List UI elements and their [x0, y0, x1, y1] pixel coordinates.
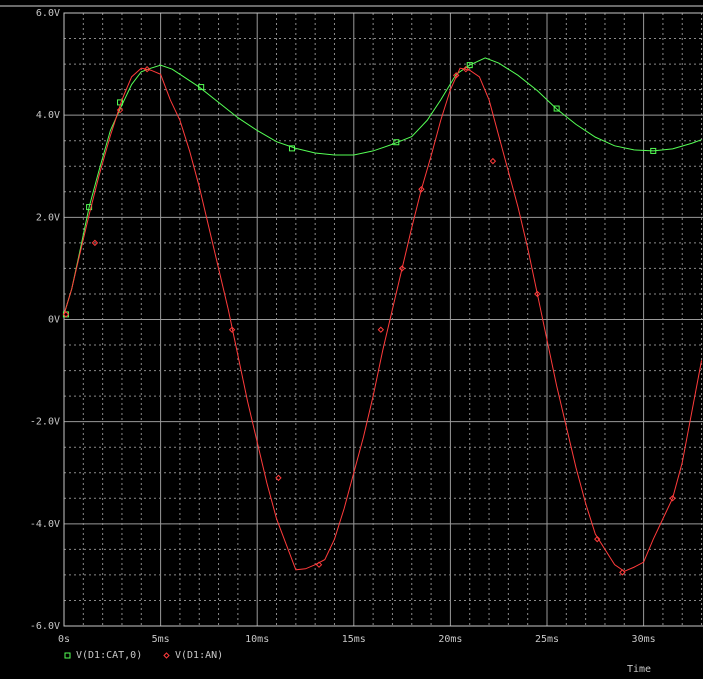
y-tick-label: -4.0V	[30, 519, 60, 530]
legend-label-cat: V(D1:CAT,0)	[76, 650, 142, 661]
x-axis-label: Time	[627, 664, 651, 675]
chart: 6.0V 4.0V 2.0V 0V -2.0V -4.0V -6.0V 0s 5ms 10ms 15…	[0, 0, 703, 679]
y-tick-label: 2.0V	[36, 212, 60, 223]
chart-background	[0, 0, 703, 679]
y-tick-label: -2.0V	[30, 417, 60, 428]
x-tick-label: 25ms	[535, 634, 559, 645]
y-tick-label: 4.0V	[36, 110, 60, 121]
x-tick-label: 30ms	[632, 634, 656, 645]
y-tick-label: 0V	[48, 315, 60, 326]
x-tick-label: 10ms	[245, 634, 269, 645]
legend-label-an: V(D1:AN)	[175, 650, 223, 661]
x-tick-label: 20ms	[438, 634, 462, 645]
legend-item-cat: V(D1:CAT,0)	[64, 650, 142, 661]
x-tick-label: 15ms	[342, 634, 366, 645]
y-tick-label: -6.0V	[30, 621, 60, 632]
x-tick-label: 5ms	[152, 634, 170, 645]
y-tick-label: 6.0V	[36, 8, 60, 19]
x-tick-label: 0s	[58, 634, 70, 645]
